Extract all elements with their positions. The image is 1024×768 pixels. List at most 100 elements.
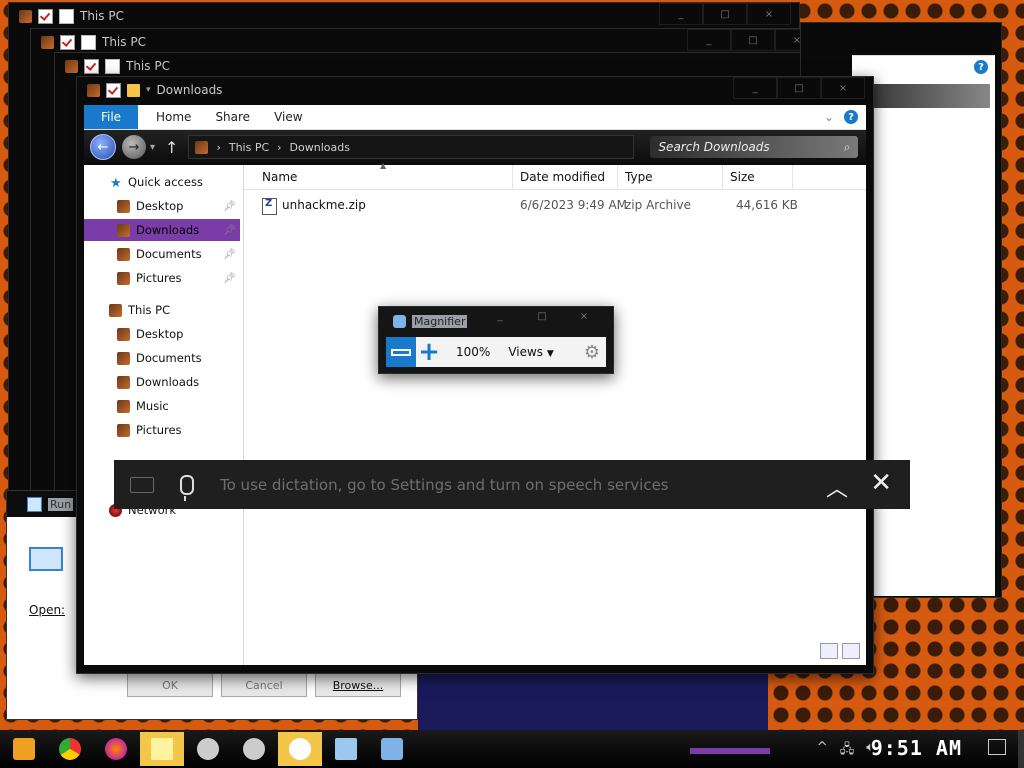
minimize-button[interactable]: _ <box>733 77 777 99</box>
customize-chevron-icon[interactable]: ▾ <box>146 85 151 95</box>
properties-icon[interactable] <box>60 34 75 50</box>
show-desktop-button[interactable] <box>1018 730 1024 768</box>
tab-view[interactable]: View <box>274 110 302 124</box>
nav-quick-desktop[interactable]: Desktop 📌︎ <box>84 195 240 217</box>
nav-pc-pictures[interactable]: Pictures <box>84 419 240 441</box>
minimize-button[interactable]: _ <box>479 311 521 322</box>
taskbar-app-1[interactable] <box>186 732 230 766</box>
details-view-icon[interactable] <box>820 643 838 659</box>
column-size[interactable]: Size <box>730 170 755 184</box>
taskbar-file-explorer[interactable] <box>140 732 184 766</box>
properties-icon[interactable] <box>106 82 121 98</box>
breadcrumb-this-pc[interactable]: This PC <box>229 141 269 154</box>
taskbar-magnifier[interactable] <box>370 732 414 766</box>
browse-button[interactable]: Browse... <box>315 673 401 697</box>
minimize-button[interactable]: _ <box>659 3 703 25</box>
close-button[interactable]: × <box>821 77 865 99</box>
properties-icon[interactable] <box>38 8 53 24</box>
pin-icon[interactable]: 📌︎ <box>223 273 236 284</box>
close-button[interactable]: × <box>747 3 791 25</box>
nav-quick-downloads[interactable]: Downloads 📌︎ <box>84 219 240 241</box>
new-folder-icon[interactable] <box>59 8 74 24</box>
back-button[interactable]: ← <box>90 134 116 160</box>
start-button[interactable] <box>2 732 46 766</box>
new-folder-icon[interactable] <box>127 83 140 97</box>
minimize-button[interactable]: _ <box>687 29 731 51</box>
nav-pc-downloads[interactable]: Downloads <box>84 371 240 393</box>
desktop-icon <box>117 199 130 213</box>
keyboard-icon[interactable] <box>130 476 154 493</box>
column-divider[interactable] <box>792 165 793 189</box>
new-folder-icon[interactable] <box>105 58 120 74</box>
taskbar-run[interactable] <box>324 732 368 766</box>
close-button[interactable]: × <box>563 311 605 322</box>
taskbar-settings[interactable] <box>278 732 322 766</box>
breadcrumb-separator-icon[interactable]: › <box>216 141 220 154</box>
nav-this-pc[interactable]: This PC <box>84 299 240 321</box>
nav-quick-pictures[interactable]: Pictures 📌︎ <box>84 267 240 289</box>
properties-icon[interactable] <box>84 58 99 74</box>
forward-button[interactable]: → <box>122 135 146 159</box>
help-icon[interactable]: ? <box>974 60 988 74</box>
nav-pc-music[interactable]: Music <box>84 395 240 417</box>
ribbon-right: ⌄ ? <box>824 110 866 124</box>
expand-ribbon-chevron-icon[interactable]: ⌄ <box>824 110 834 124</box>
pin-icon[interactable]: 📌︎ <box>223 201 236 212</box>
downloads-explorer-window[interactable]: ▾ Downloads _ □ × File Home Share View ⌄ ?… <box>76 76 874 674</box>
help-icon[interactable]: ? <box>844 110 858 124</box>
tab-share[interactable]: Share <box>215 110 250 124</box>
search-icon[interactable]: ⌕ <box>844 140 851 155</box>
maximize-button[interactable]: □ <box>731 29 775 51</box>
file-tab[interactable]: File <box>84 105 138 129</box>
file-row[interactable]: unhackme.zip 6/6/2023 9:49 AM zip Archiv… <box>244 195 866 215</box>
clock[interactable]: 9:51 AM <box>871 736 962 760</box>
column-divider[interactable] <box>617 165 618 189</box>
maximize-button[interactable]: □ <box>777 77 821 99</box>
breadcrumb-downloads[interactable]: Downloads <box>290 141 350 154</box>
chevron-up-icon[interactable]: ^ <box>817 740 828 762</box>
chevron-up-icon[interactable]: ︿ <box>826 471 848 503</box>
theme-icon <box>243 738 265 760</box>
music-icon <box>117 399 130 413</box>
theme-icon <box>197 738 219 760</box>
taskbar-app-2[interactable] <box>232 732 276 766</box>
tab-home[interactable]: Home <box>156 110 191 124</box>
microphone-icon[interactable] <box>180 474 194 501</box>
nav-pc-documents[interactable]: Documents <box>84 347 240 369</box>
pin-icon[interactable]: 📌︎ <box>223 249 236 260</box>
notification-icon[interactable] <box>988 739 1006 755</box>
recent-locations-chevron-icon[interactable]: ▾ <box>150 142 155 153</box>
magnifier-window[interactable]: Magnifier _ □ × + 100% Views ▼ ⚙ <box>378 306 614 374</box>
close-icon[interactable]: ✕ <box>870 468 892 498</box>
pin-icon[interactable]: 📌︎ <box>223 225 236 236</box>
file-name[interactable]: unhackme.zip <box>282 198 366 212</box>
taskbar-chrome[interactable] <box>48 732 92 766</box>
column-date-modified[interactable]: Date modified <box>520 170 605 184</box>
nav-quick-documents[interactable]: Documents 📌︎ <box>84 243 240 265</box>
new-folder-icon[interactable] <box>81 34 96 50</box>
search-input[interactable]: Search Downloads ⌕ <box>650 136 859 158</box>
background-search-box[interactable] <box>862 84 990 108</box>
ok-button[interactable]: OK <box>127 673 213 697</box>
large-icons-view-icon[interactable] <box>842 643 860 659</box>
column-name[interactable]: Name <box>262 170 297 184</box>
maximize-button[interactable]: □ <box>703 3 747 25</box>
nav-pc-desktop[interactable]: Desktop <box>84 323 240 345</box>
up-arrow-icon[interactable]: ↑ <box>165 138 178 157</box>
column-type[interactable]: Type <box>625 170 653 184</box>
cancel-button[interactable]: Cancel <box>221 673 307 697</box>
zoom-out-button[interactable] <box>386 337 416 367</box>
column-divider[interactable] <box>512 165 513 189</box>
nav-quick-access[interactable]: ★ Quick access <box>84 171 240 193</box>
pictures-icon <box>117 271 130 285</box>
taskbar-firefox[interactable] <box>94 732 138 766</box>
column-divider[interactable] <box>722 165 723 189</box>
address-bar[interactable]: › This PC › Downloads <box>188 135 635 159</box>
views-dropdown[interactable]: Views ▼ <box>508 345 553 359</box>
breadcrumb-separator-icon[interactable]: › <box>277 141 281 154</box>
zoom-in-button[interactable]: + <box>416 337 442 367</box>
maximize-button[interactable]: □ <box>521 311 563 322</box>
dictation-toolbar[interactable]: To use dictation, go to Settings and tur… <box>114 460 910 509</box>
gear-icon[interactable]: ⚙ <box>584 342 600 363</box>
network-icon[interactable]: 🖧︎ <box>840 740 855 762</box>
